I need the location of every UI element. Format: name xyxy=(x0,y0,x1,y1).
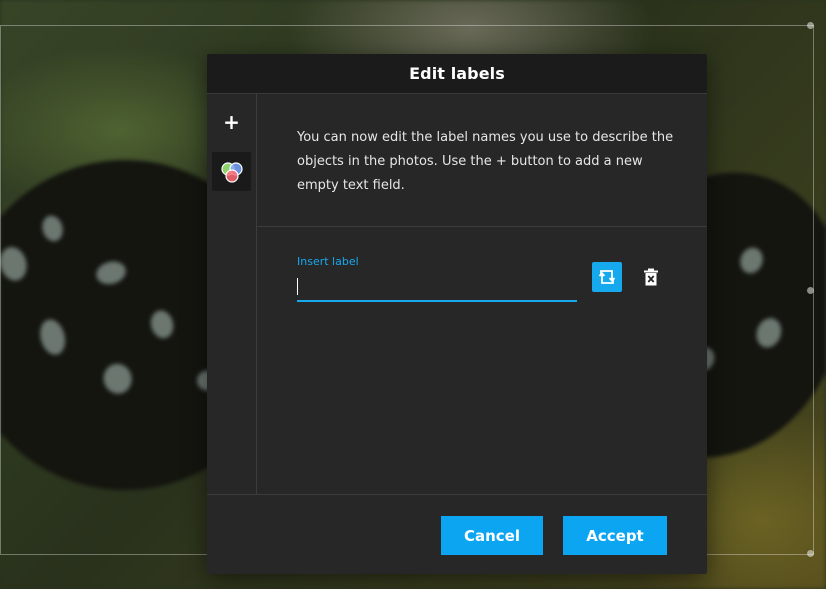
color-palette-button[interactable] xyxy=(212,152,251,191)
plus-icon: + xyxy=(223,109,240,134)
insert-label-caption: Insert label xyxy=(297,255,359,268)
add-label-button[interactable]: + xyxy=(218,108,245,135)
accept-button[interactable]: Accept xyxy=(563,516,667,555)
text-caret xyxy=(297,278,298,295)
edit-labels-dialog: Edit labels + You can now edit the label… xyxy=(207,54,707,574)
cancel-button[interactable]: Cancel xyxy=(441,516,543,555)
instructions-panel: You can now edit the label names you use… xyxy=(257,94,707,227)
convert-label-button[interactable] xyxy=(592,262,622,292)
trash-icon xyxy=(644,268,658,286)
color-palette-icon xyxy=(220,161,243,183)
dialog-title: Edit labels xyxy=(207,54,707,93)
instructions-text: You can now edit the label names you use… xyxy=(297,130,674,193)
dialog-body: + You can now edit the label names you u… xyxy=(207,93,707,494)
dialog-sidebar: + xyxy=(207,94,257,494)
dialog-footer: Cancel Accept xyxy=(207,494,707,574)
label-name-input[interactable] xyxy=(297,274,577,302)
crop-rotate-icon xyxy=(598,270,616,284)
delete-label-button[interactable] xyxy=(639,265,663,289)
